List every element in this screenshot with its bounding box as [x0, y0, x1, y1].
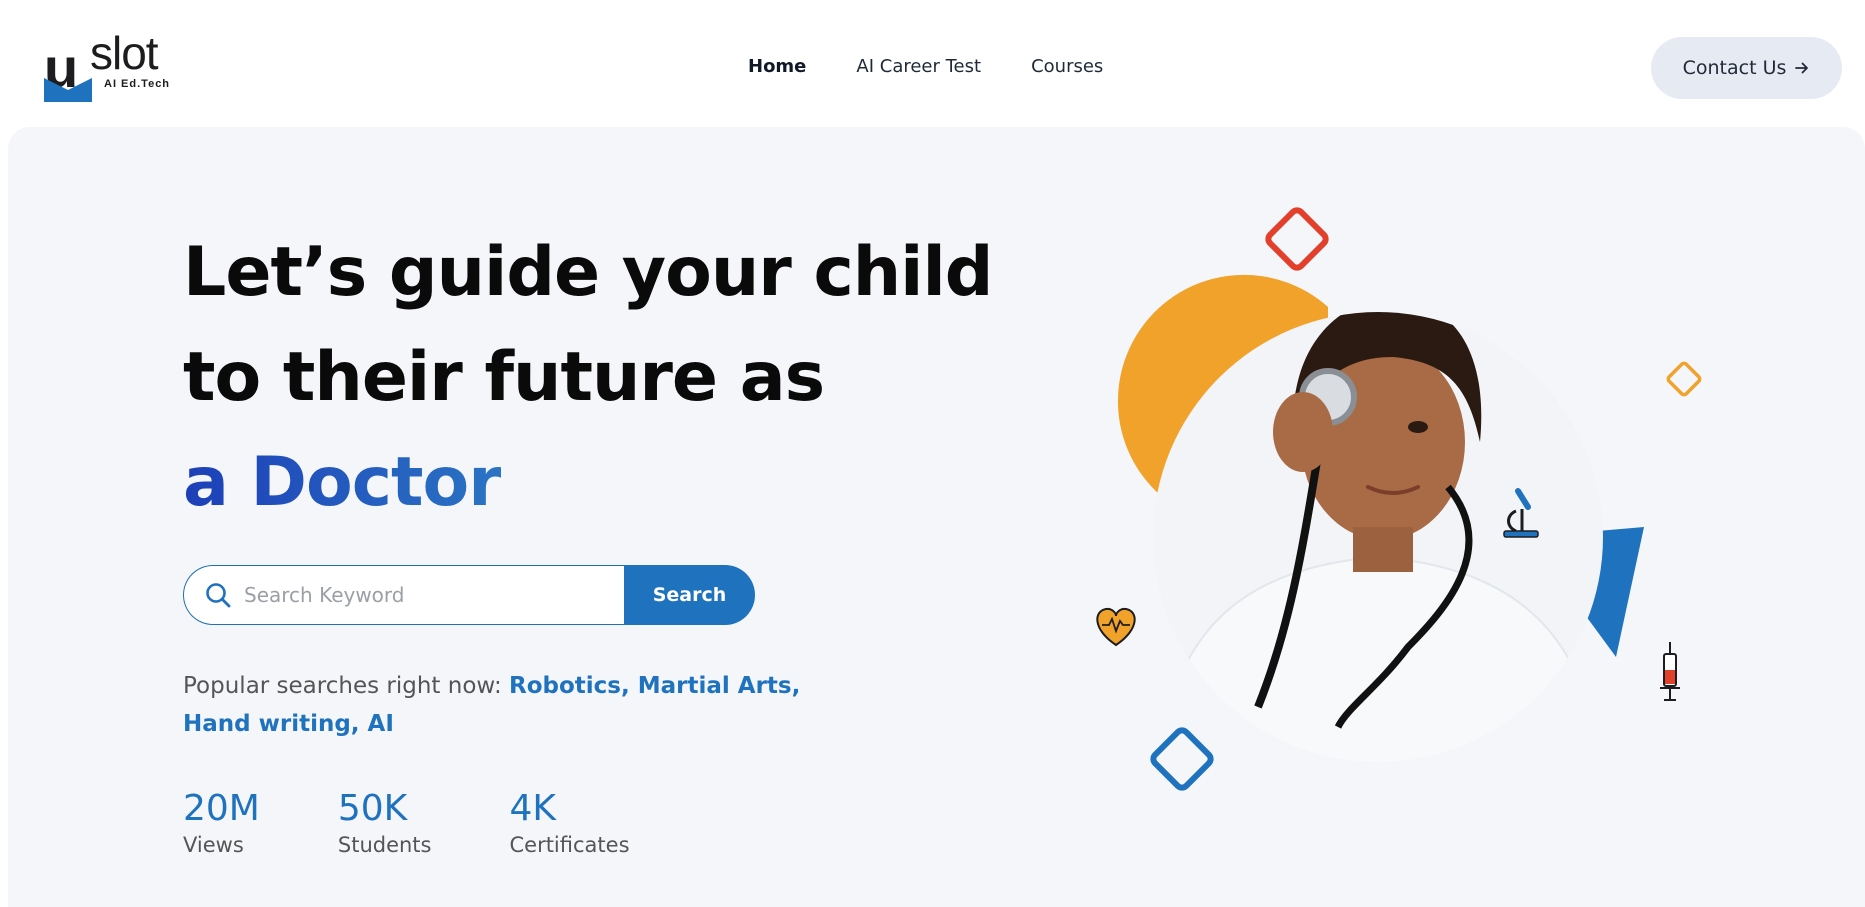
red-diamond-shape — [1265, 207, 1329, 271]
nav-home[interactable]: Home — [748, 56, 806, 77]
contact-us-label: Contact Us — [1682, 57, 1787, 79]
site-header: u slot AI Ed.Tech Home AI Career Test Co… — [0, 0, 1865, 126]
stat-certificates: 4K Certificates — [509, 787, 629, 857]
arrow-right-icon — [1795, 62, 1809, 74]
headline-accent: a Doctor — [183, 443, 502, 522]
popular-searches: Popular searches right now: Robotics, Ma… — [183, 667, 863, 743]
logo-tagline: AI Ed.Tech — [104, 78, 171, 90]
stat-label: Certificates — [509, 833, 630, 857]
stat-label: Views — [183, 833, 244, 857]
search-input[interactable] — [244, 583, 604, 607]
nav-ai-career-test[interactable]: AI Career Test — [856, 56, 981, 77]
stat-value: 20M — [183, 788, 260, 829]
orange-diamond-shape — [1666, 361, 1702, 397]
headline-line-1: Let’s guide your child — [183, 233, 993, 312]
headline-line-2: to their future as — [183, 338, 825, 417]
stat-value: 4K — [509, 788, 556, 829]
stat-label: Students — [337, 833, 432, 857]
search-icon — [206, 583, 231, 608]
syringe-icon — [1660, 642, 1680, 701]
search-field[interactable] — [183, 565, 624, 625]
hero-headline: Let’s guide your child to their future a… — [183, 220, 993, 535]
logo-book-icon — [44, 78, 92, 102]
popular-prefix: Popular searches right now: — [183, 673, 510, 699]
hero-illustration — [1096, 207, 1702, 791]
nav-courses[interactable]: Courses — [1031, 56, 1103, 77]
contact-us-button[interactable]: Contact Us — [1651, 37, 1842, 99]
stat-students: 50K Students — [338, 787, 432, 857]
blue-diamond-shape — [1150, 727, 1214, 791]
search-bar: Search — [183, 565, 755, 625]
uslot-logo[interactable]: u slot AI Ed.Tech — [44, 30, 184, 106]
heart-pulse-icon — [1096, 607, 1136, 647]
logo-word: slot — [90, 27, 159, 79]
main-nav: Home AI Career Test Courses — [748, 56, 1103, 77]
hero-section: Let’s guide your child to their future a… — [8, 127, 1865, 907]
stats-row: 20M Views 50K Students 4K Certificates — [183, 787, 708, 857]
stat-value: 50K — [337, 788, 408, 829]
stat-views: 20M Views — [183, 787, 260, 857]
search-button[interactable]: Search — [624, 565, 755, 625]
